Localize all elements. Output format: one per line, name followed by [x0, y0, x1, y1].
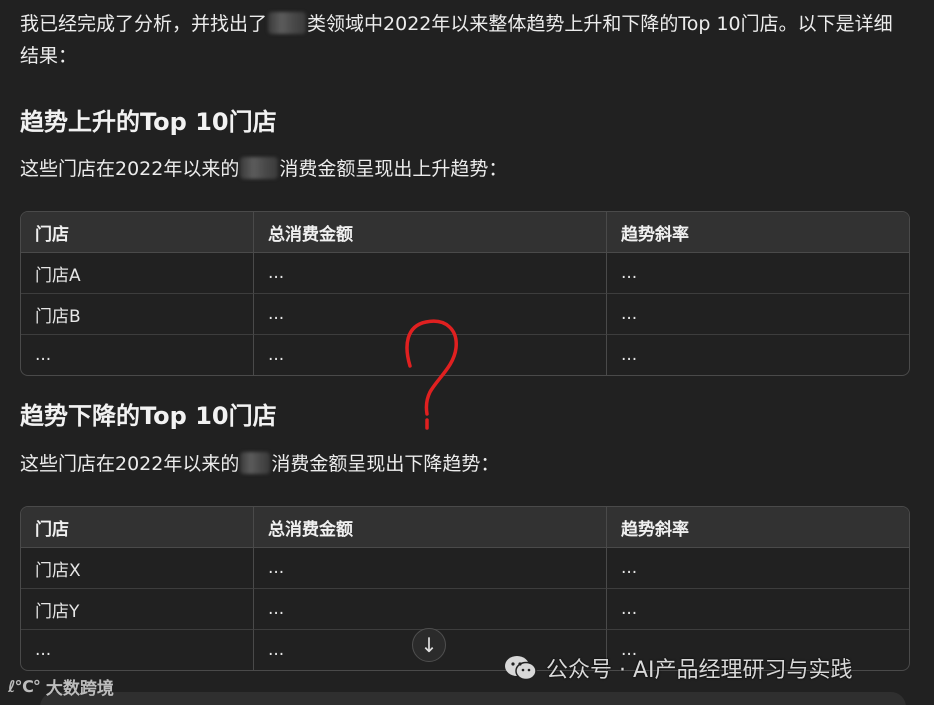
column-header-store: 门店 [21, 507, 253, 548]
watermark: 公众号 · AI产品经理研习与实践 [504, 652, 853, 684]
up-desc-start: 这些门店在2022年以来的 [20, 158, 240, 180]
watermark-text: 公众号 · AI产品经理研习与实践 [546, 658, 853, 683]
table-row: 门店X ... ... [21, 548, 909, 588]
logo-mark: ℓ℃° [8, 677, 41, 696]
table-cell: ... [606, 253, 909, 293]
table-cell: ... [21, 629, 253, 670]
table-cell: ... [606, 588, 909, 629]
intro-text-start: 我已经完成了分析，并找出了 [20, 13, 268, 35]
column-header-trend-slope: 趋势斜率 [606, 212, 909, 253]
table-row: 门店A ... ... [21, 253, 909, 293]
chat-response-page: 我已经完成了分析，并找出了 类领域中2022年以来整体趋势上升和下降的Top 10… [0, 0, 934, 705]
up-section-heading: 趋势上升的Top 10门店 [20, 108, 277, 136]
table-header-row: 门店 总消费金额 趋势斜率 [21, 507, 909, 548]
table-cell: ... [21, 334, 253, 375]
wechat-icon [505, 656, 537, 681]
table-cell: ... [253, 253, 606, 293]
table-header-row: 门店 总消费金额 趋势斜率 [21, 212, 909, 253]
down-section-description: 这些门店在2022年以来的 消费金额呈现出下降趋势： [20, 448, 499, 480]
scroll-down-button[interactable]: ↓ [412, 628, 446, 662]
table-cell: ... [606, 334, 909, 375]
column-header-store: 门店 [21, 212, 253, 253]
column-header-total-spend: 总消费金额 [253, 212, 606, 253]
redacted-blur [268, 12, 307, 34]
corner-logo: ℓ℃° 大数跨境 [8, 674, 114, 699]
up-desc-end: 消费金额呈现出上升趋势： [279, 158, 508, 180]
up-section-description: 这些门店在2022年以来的 消费金额呈现出上升趋势： [20, 153, 507, 185]
down-trend-table: 门店 总消费金额 趋势斜率 门店X ... ... 门店Y ... ... ..… [20, 506, 910, 671]
column-header-trend-slope: 趋势斜率 [606, 507, 909, 548]
message-input-bar[interactable] [40, 692, 906, 705]
arrow-down-icon: ↓ [420, 633, 438, 657]
table-cell: ... [606, 293, 909, 334]
intro-paragraph: 我已经完成了分析，并找出了 类领域中2022年以来整体趋势上升和下降的Top 10… [20, 8, 900, 72]
down-desc-end: 消费金额呈现出下降趋势： [271, 453, 500, 475]
down-desc-start: 这些门店在2022年以来的 [20, 453, 240, 475]
table-cell: 门店Y [21, 588, 253, 629]
question-mark-annotation [405, 319, 458, 430]
column-header-total-spend: 总消费金额 [253, 507, 606, 548]
redacted-blur [240, 452, 271, 474]
down-section-heading: 趋势下降的Top 10门店 [20, 402, 277, 430]
table-row: 门店Y ... ... [21, 588, 909, 629]
logo-text: 大数跨境 [45, 679, 114, 699]
table-cell: ... [253, 548, 606, 588]
table-cell: 门店X [35, 560, 81, 581]
table-cell: 门店B [21, 293, 253, 334]
table-cell: ... [253, 588, 606, 629]
table-cell: ... [606, 548, 909, 588]
table-cell: 门店A [35, 265, 81, 286]
redacted-blur [240, 157, 279, 179]
